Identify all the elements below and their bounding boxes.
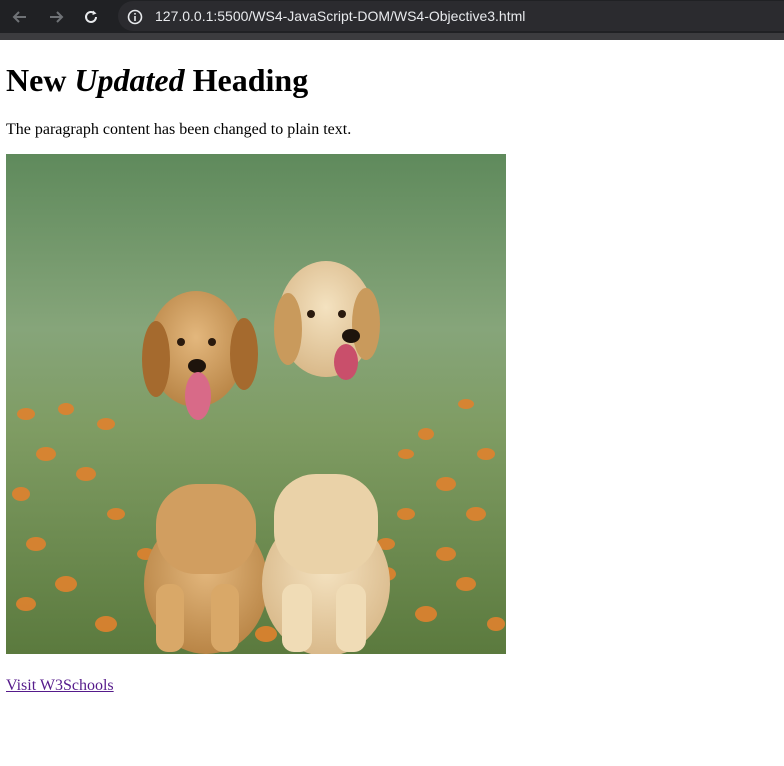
reload-icon — [85, 10, 97, 23]
site-info-icon[interactable] — [126, 8, 144, 26]
heading-text-start: New — [6, 62, 75, 98]
url-text[interactable]: 127.0.0.1:5500/WS4-JavaScript-DOM/WS4-Ob… — [155, 8, 525, 25]
page-heading: New Updated Heading — [6, 62, 308, 99]
w3schools-link[interactable]: Visit W3Schools — [6, 676, 114, 695]
page-paragraph: The paragraph content has been changed t… — [6, 121, 352, 138]
browser-toolbar: 127.0.0.1:5500/WS4-JavaScript-DOM/WS4-Ob… — [0, 0, 784, 33]
puppies-image — [6, 154, 506, 654]
heading-emphasis: Updated — [74, 62, 185, 98]
reload-button[interactable] — [78, 5, 104, 29]
heading-text-end: Heading — [184, 62, 309, 98]
toolbar-divider — [0, 33, 784, 40]
forward-button[interactable] — [43, 5, 69, 29]
forward-arrow-icon — [50, 11, 64, 23]
back-button[interactable] — [7, 5, 33, 29]
back-arrow-icon — [12, 11, 26, 23]
